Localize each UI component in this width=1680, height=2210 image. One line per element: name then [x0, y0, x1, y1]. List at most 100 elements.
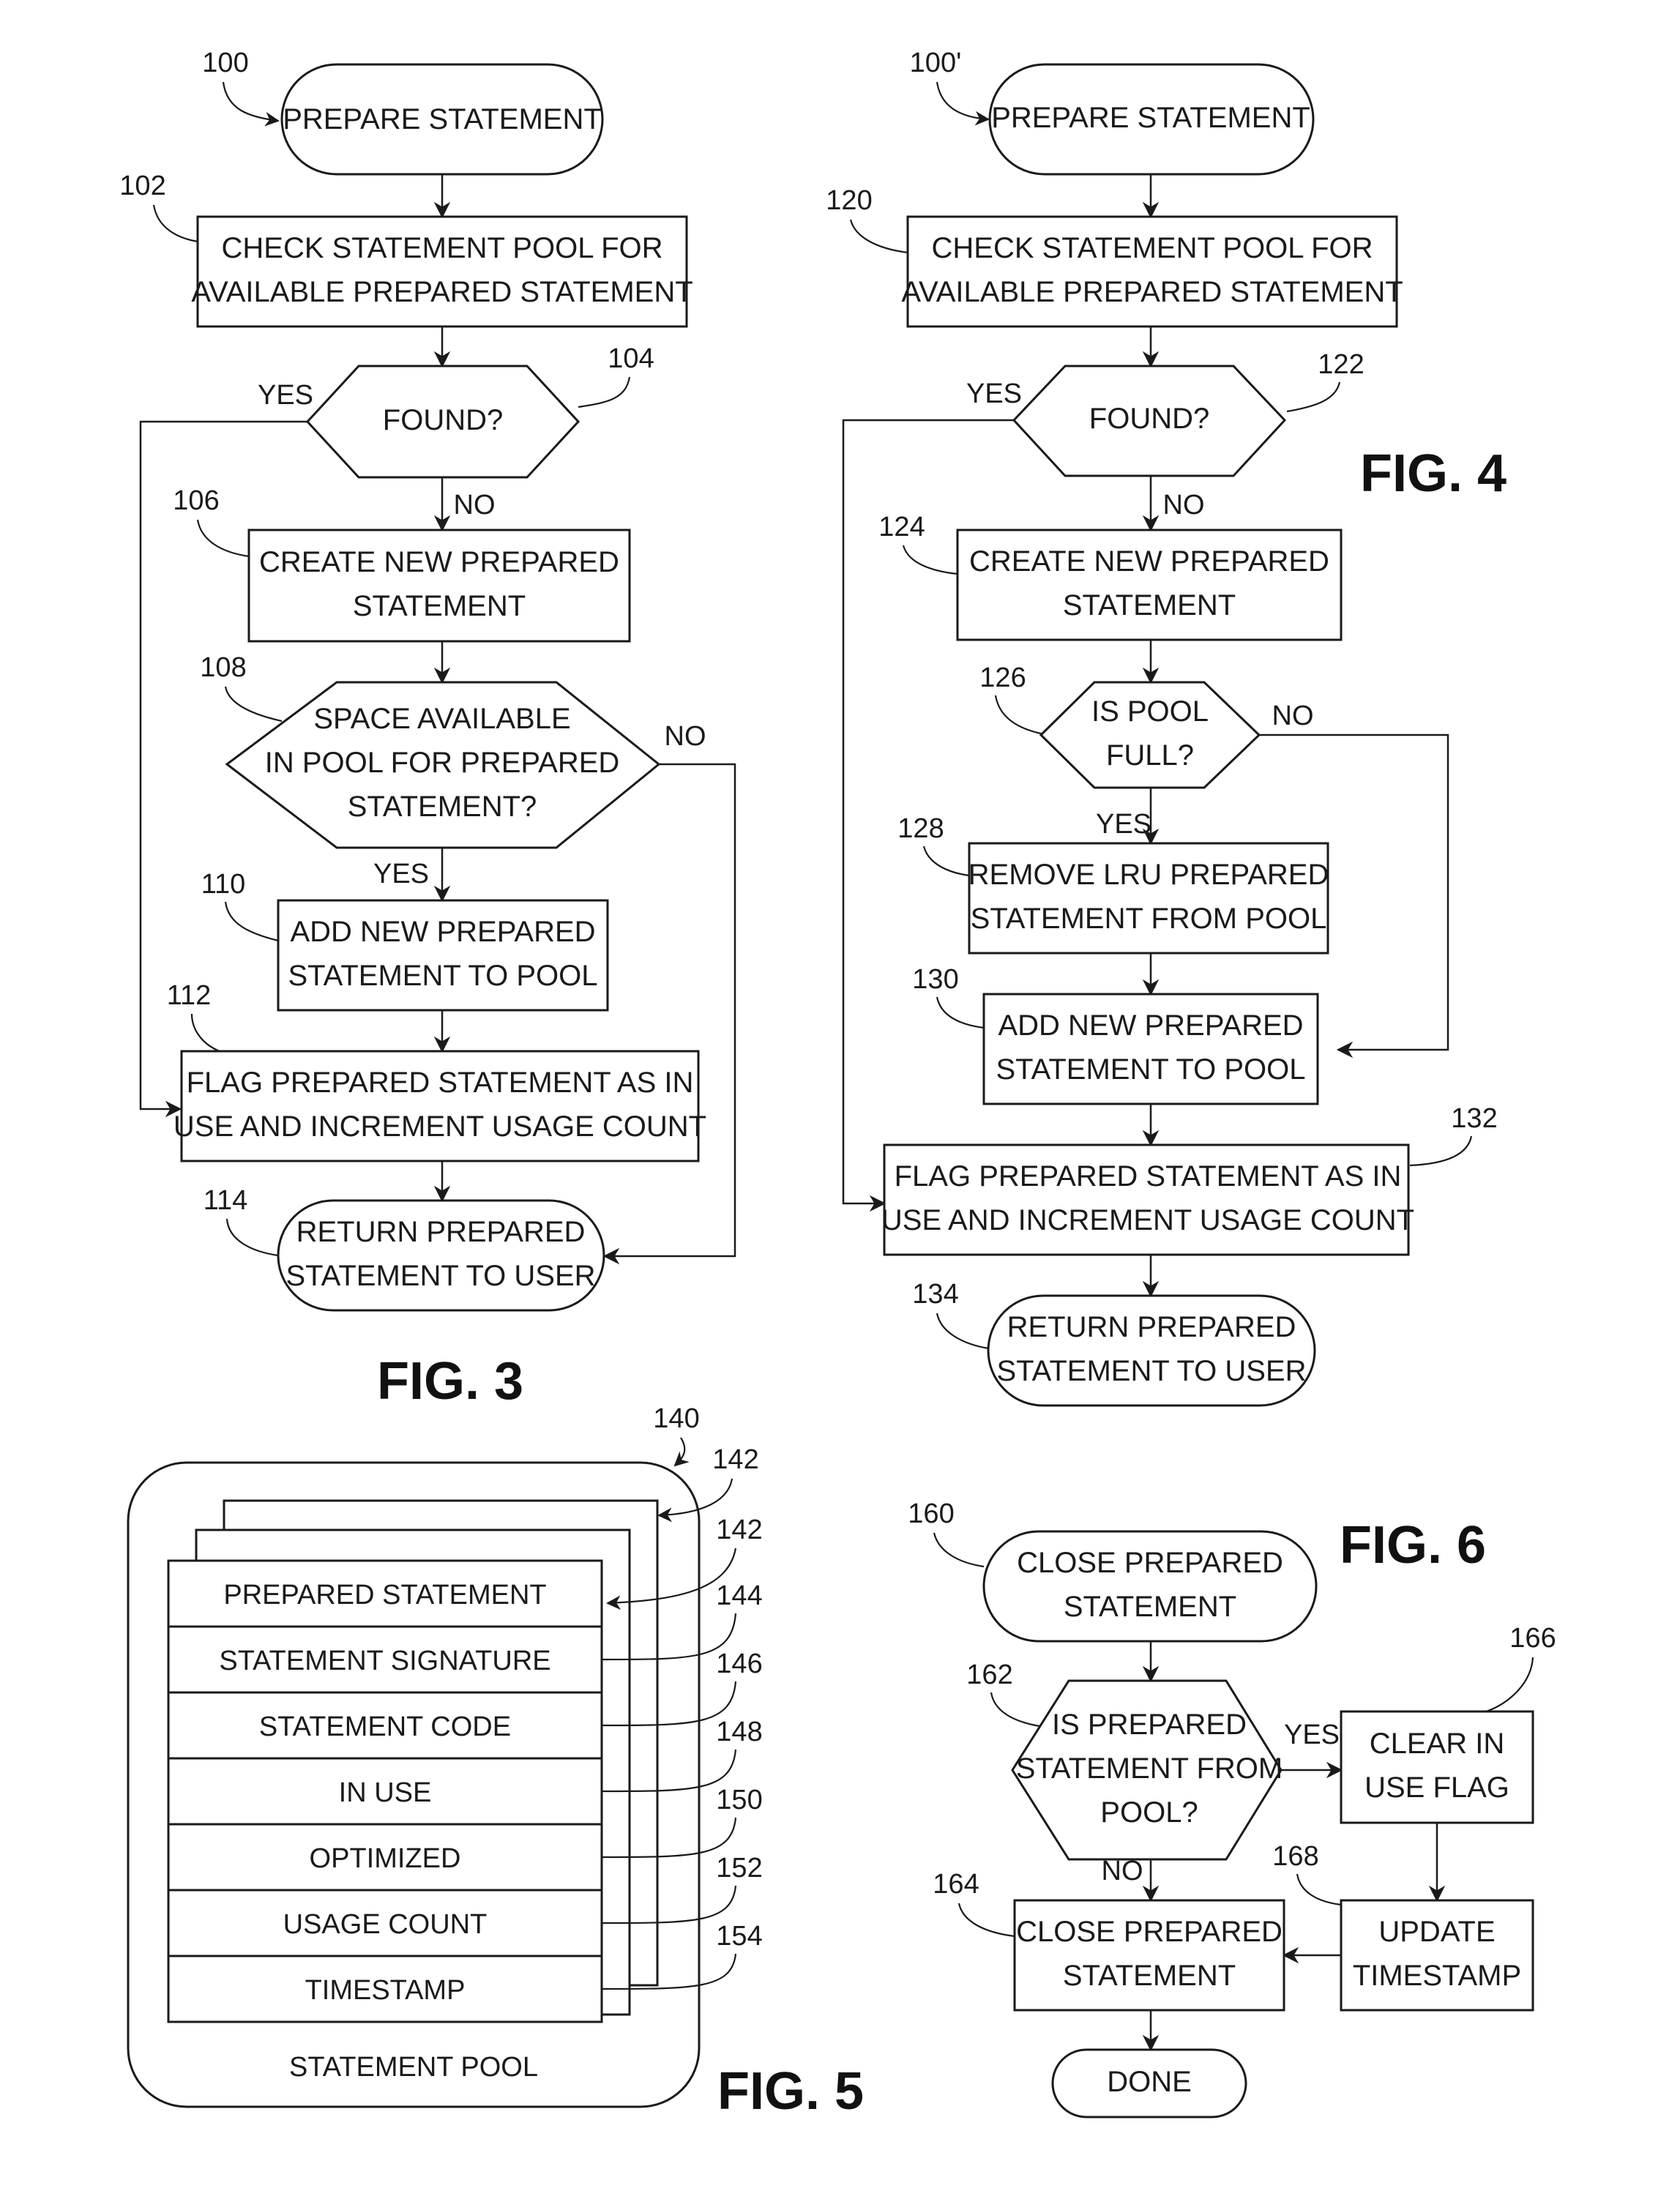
figure-3: PREPARE STATEMENT 100 CHECK STATEMENT PO…	[119, 48, 736, 1411]
text-line: CLOSE PREPARED	[1017, 1547, 1283, 1579]
fig5-field-ref: 144	[716, 1580, 762, 1611]
fig4-leader-134	[936, 1313, 989, 1350]
fig6-start-terminal: CLOSE PREPARED STATEMENT	[982, 1530, 1318, 1643]
text-line: SPACE AVAILABLE	[313, 703, 570, 735]
fig4-ref-132: 132	[1451, 1103, 1497, 1134]
fig6-leader-162	[990, 1692, 1040, 1728]
fig4-leader-128	[922, 845, 970, 877]
text-line: STATEMENT	[1064, 1591, 1236, 1623]
fig6-leader-166	[1485, 1657, 1534, 1713]
fig3-ref-102: 102	[119, 171, 165, 201]
fig3-space-no-label: NO	[665, 721, 706, 752]
fig4-leader-120	[849, 219, 908, 254]
fig5-field-label: TIMESTAMP	[305, 1975, 466, 2006]
fig3-ref-104: 104	[608, 343, 654, 374]
fig4-leader-130	[936, 996, 985, 1029]
fig6-done-text: DONE	[1107, 2066, 1192, 2098]
text-line: FOUND?	[383, 404, 503, 436]
fig6-frompool-decision: IS PREPARED STATEMENT FROM POOL?	[1011, 1679, 1283, 1861]
fig4-found-decision: FOUND?	[1012, 365, 1287, 477]
fig6-ref-168: 168	[1272, 1841, 1318, 1872]
fig5-ref-142-b: 142	[716, 1515, 762, 1545]
text-line: FLAG PREPARED STATEMENT AS IN	[895, 1160, 1402, 1192]
text-line: IS PREPARED	[1052, 1709, 1247, 1741]
fig5-leader-140	[673, 1437, 690, 1467]
text-line: ADD NEW PREPARED	[290, 916, 595, 948]
fig5-field-label: USAGE COUNT	[283, 1909, 488, 1940]
text-line: STATEMENT?	[348, 791, 537, 823]
fig3-leader-108	[224, 686, 283, 723]
fig5-prepared-statement-record: PREPARED STATEMENT STATEMENT SIGNATURE STA…	[167, 1559, 603, 2023]
text-line: AVAILABLE PREPARED STATEMENT	[901, 276, 1403, 308]
fig5-title: FIG. 5	[717, 2062, 864, 2121]
text-line: AVAILABLE PREPARED STATEMENT	[191, 276, 692, 308]
fig3-leader-110	[224, 901, 279, 942]
fig4-full-no-label: NO	[1272, 701, 1314, 731]
text-line: TIMESTAMP	[1353, 1960, 1521, 1992]
fig5-field-ref: 152	[716, 1853, 762, 1884]
fig3-found-decision: FOUND?	[305, 365, 580, 479]
fig3-found-text: FOUND?	[383, 404, 503, 436]
fig4-ref-130: 130	[912, 964, 958, 995]
text-line: USE FLAG	[1364, 1772, 1509, 1804]
fig5-field-label: PREPARED STATEMENT	[223, 1580, 546, 1610]
fig4-start-text: PREPARE STATEMENT	[991, 102, 1310, 134]
patent-drawing-sheet: PREPARE STATEMENT 100 CHECK STATEMENT PO…	[119, 48, 1556, 2121]
fig5-field-label: IN USE	[339, 1777, 432, 1808]
fig3-ref-114: 114	[204, 1185, 248, 1216]
fig5-field-ref: 146	[716, 1649, 762, 1679]
fig3-flag-box: FLAG PREPARED STATEMENT AS IN USE AND INC…	[173, 1050, 706, 1162]
fig4-start-terminal: PREPARE STATEMENT	[988, 63, 1315, 176]
fig4-check-box: CHECK STATEMENT POOL FOR AVAILABLE PREPAR…	[901, 215, 1403, 328]
fig3-leader-100	[222, 81, 280, 127]
text-line: PREPARE STATEMENT	[283, 103, 602, 135]
fig3-leader-102	[152, 204, 198, 243]
fig6-leader-160	[933, 1532, 985, 1568]
fig4-ref-124: 124	[878, 512, 925, 542]
fig4-remove-box: REMOVE LRU PREPARED STATEMENT FROM POOL	[968, 842, 1329, 955]
fig5-ref-142-a: 142	[712, 1444, 758, 1475]
text-line: FULL?	[1106, 739, 1194, 772]
text-line: CHECK STATEMENT POOL FOR	[931, 232, 1373, 264]
fig3-title: FIG. 3	[377, 1352, 523, 1411]
fig5-field-label: STATEMENT SIGNATURE	[219, 1646, 550, 1676]
fig5-field-label: STATEMENT CODE	[259, 1711, 511, 1742]
text-line: STATEMENT TO USER	[285, 1260, 595, 1292]
text-line: PREPARE STATEMENT	[991, 102, 1310, 134]
text-line: STATEMENT FROM	[1016, 1752, 1283, 1785]
text-line: STATEMENT	[1063, 589, 1236, 621]
fig3-found-yes-label: YES	[258, 380, 313, 411]
fig6-title: FIG. 6	[1340, 1516, 1486, 1575]
fig4-found-yes-label: YES	[966, 378, 1022, 409]
text-line: STATEMENT TO USER	[996, 1355, 1306, 1387]
fig4-leader-132	[1409, 1135, 1473, 1167]
fig4-flag-box: FLAG PREPARED STATEMENT AS IN USE AND INC…	[881, 1143, 1414, 1256]
fig4-ref-134: 134	[912, 1279, 958, 1310]
fig4-ref-128: 128	[897, 813, 944, 844]
fig5-ref-140: 140	[653, 1403, 699, 1434]
fig4-add-box: ADD NEW PREPARED STATEMENT TO POOL	[982, 993, 1319, 1105]
fig4-leader-122	[1286, 381, 1341, 413]
fig3-leader-106	[196, 519, 250, 558]
fig3-ref-110: 110	[201, 869, 246, 900]
text-line: STATEMENT TO POOL	[288, 960, 597, 992]
text-line: POOL?	[1100, 1796, 1198, 1829]
fig3-start-terminal: PREPARE STATEMENT	[280, 63, 604, 176]
fig3-space-yes-label: YES	[373, 859, 429, 889]
figure-4: PREPARE STATEMENT 100' CHECK STATEMENT P…	[826, 48, 1507, 1407]
fig4-found-text: FOUND?	[1089, 403, 1209, 435]
fig3-ref-100: 100	[202, 48, 248, 78]
fig3-create-box: CREATE NEW PREPARED STATEMENT	[247, 529, 631, 643]
text-line: UPDATE	[1378, 1916, 1495, 1948]
fig6-ref-164: 164	[933, 1869, 979, 1900]
fig3-space-decision: SPACE AVAILABLE IN POOL FOR PREPARED STATE…	[225, 681, 661, 849]
fig5-field-ref: 154	[716, 1921, 762, 1952]
text-line: DONE	[1107, 2066, 1192, 2098]
fig4-full-yes-label: YES	[1096, 809, 1151, 840]
fig6-update-box: UPDATE TIMESTAMP	[1340, 1899, 1534, 2012]
fig3-ref-106: 106	[173, 485, 219, 516]
fig3-leader-104	[578, 376, 631, 408]
fig6-ref-166: 166	[1509, 1623, 1556, 1654]
fig4-title: FIG. 4	[1360, 444, 1507, 503]
text-line: USE AND INCREMENT USAGE COUNT	[881, 1204, 1414, 1236]
